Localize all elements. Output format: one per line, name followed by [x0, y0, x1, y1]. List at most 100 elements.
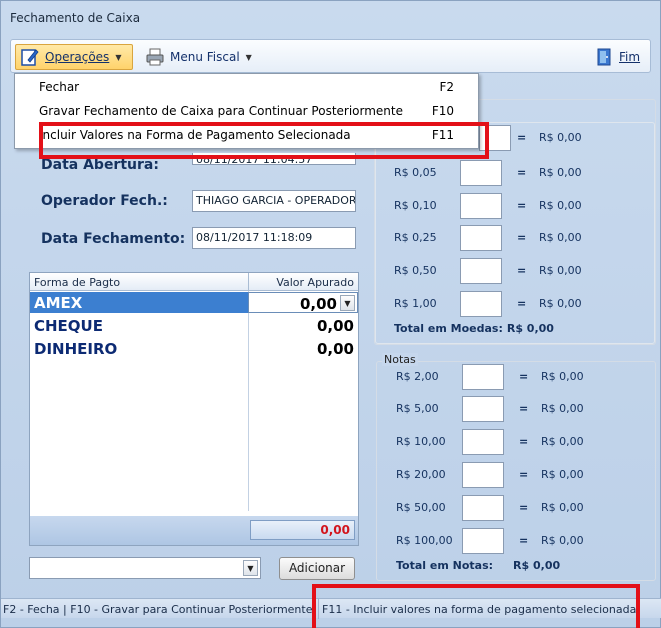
- note-row: R$ 2,00 = R$ 0,00: [376, 364, 646, 390]
- highlight-box-status: [312, 584, 640, 628]
- data-fechamento-label: Data Fechamento:: [41, 231, 186, 247]
- note-amount: R$ 0,00: [541, 370, 584, 383]
- window: Fechamento de Caixa Operações ▼ Menu Fis…: [0, 0, 661, 628]
- note-row: R$ 5,00 = R$ 0,00: [376, 396, 646, 422]
- note-row: R$ 10,00 = R$ 0,00: [376, 429, 646, 455]
- row-valor: 0,00: [299, 295, 337, 313]
- operacoes-label: Operações: [45, 50, 110, 64]
- coin-label: R$ 0,10: [394, 199, 437, 212]
- edit-document-icon: [21, 49, 39, 66]
- coin-qty-input[interactable]: [460, 225, 502, 251]
- menu-item-shortcut: F2: [439, 80, 454, 94]
- coin-amount: R$ 0,00: [539, 199, 582, 212]
- total-moedas: Total em Moedas: R$ 0,00: [394, 322, 554, 335]
- menu-item-shortcut: F10: [431, 104, 454, 118]
- note-amount: R$ 0,00: [541, 402, 584, 415]
- adicionar-button[interactable]: Adicionar: [279, 557, 355, 580]
- equals-sign: =: [519, 501, 529, 514]
- exit-door-icon: [597, 48, 611, 66]
- column-header-valor[interactable]: Valor Apurado: [276, 276, 354, 289]
- coin-label: R$ 0,25: [394, 231, 437, 244]
- note-label: R$ 5,00: [396, 402, 439, 415]
- coin-qty-input[interactable]: [460, 160, 502, 186]
- coin-row: R$ 0,50 = R$ 0,00: [374, 258, 644, 284]
- coin-amount: R$ 0,00: [539, 231, 582, 244]
- equals-sign: =: [517, 199, 527, 212]
- coin-label: R$ 0,05: [394, 166, 437, 179]
- payment-grid: Forma de Pagto Valor Apurado AMEX 0,00 ▼…: [29, 272, 359, 546]
- operador-label: Operador Fech.:: [41, 193, 168, 209]
- coin-qty-input[interactable]: [460, 193, 502, 219]
- note-qty-input[interactable]: [462, 528, 504, 554]
- row-forma: DINHEIRO: [34, 340, 118, 358]
- column-separator: [248, 273, 249, 291]
- equals-sign: =: [519, 534, 529, 547]
- coin-label: R$ 0,50: [394, 264, 437, 277]
- coin-row: R$ 1,00 = R$ 0,00: [374, 291, 644, 317]
- note-qty-input[interactable]: [462, 495, 504, 521]
- note-label: R$ 100,00: [396, 534, 453, 547]
- note-row: R$ 100,00 = R$ 0,00: [376, 528, 646, 554]
- menu-fiscal-label: Menu Fiscal: [170, 50, 240, 64]
- operador-field[interactable]: THIAGO GARCIA - OPERADOR: [192, 190, 356, 212]
- fim-button[interactable]: Fim: [590, 44, 646, 70]
- fim-label: Fim: [619, 50, 641, 64]
- menu-fiscal-button[interactable]: Menu Fiscal ▼: [139, 44, 279, 70]
- note-amount: R$ 0,00: [541, 468, 584, 481]
- grid-header: Forma de Pagto Valor Apurado: [30, 273, 358, 291]
- coin-row: R$ 0,25 = R$ 0,00: [374, 225, 644, 251]
- total-moedas-value: R$ 0,00: [506, 322, 554, 335]
- coin-row: R$ 0,05 = R$ 0,00: [374, 160, 644, 186]
- equals-sign: =: [519, 435, 529, 448]
- status-text-left: F2 - Fecha | F10 - Gravar para Continuar…: [3, 603, 313, 616]
- equals-sign: =: [517, 131, 527, 144]
- menu-item-label: Gravar Fechamento de Caixa para Continua…: [39, 104, 404, 118]
- total-notas-value: R$ 0,00: [513, 559, 561, 572]
- table-row[interactable]: AMEX 0,00 ▼: [30, 292, 358, 313]
- menu-item-label: Fechar: [39, 80, 80, 94]
- row-valor: 0,00: [316, 340, 354, 358]
- row-valor: 0,00: [316, 317, 354, 335]
- note-qty-input[interactable]: [462, 364, 504, 390]
- coin-qty-input[interactable]: [460, 258, 502, 284]
- data-abertura-label: Data Abertura:: [41, 157, 159, 173]
- equals-sign: =: [519, 370, 529, 383]
- grid-total: 0,00: [250, 520, 355, 540]
- menu-item-gravar[interactable]: Gravar Fechamento de Caixa para Continua…: [15, 100, 478, 122]
- equals-sign: =: [517, 297, 527, 310]
- note-qty-input[interactable]: [462, 396, 504, 422]
- total-moedas-label: Total em Moedas:: [394, 322, 503, 335]
- note-label: R$ 2,00: [396, 370, 439, 383]
- data-fechamento-field[interactable]: 08/11/2017 11:18:09: [192, 227, 356, 249]
- coin-amount: R$ 0,00: [539, 131, 582, 144]
- toolbar: Operações ▼ Menu Fiscal ▼ Fim: [10, 39, 651, 73]
- note-row: R$ 20,00 = R$ 0,00: [376, 462, 646, 488]
- chevron-down-icon[interactable]: ▼: [243, 560, 258, 576]
- note-amount: R$ 0,00: [541, 501, 584, 514]
- table-row[interactable]: DINHEIRO 0,00: [30, 338, 358, 359]
- note-amount: R$ 0,00: [541, 435, 584, 448]
- grid-footer: 0,00: [30, 516, 358, 545]
- total-notas-label: Total em Notas:: [396, 559, 494, 572]
- forma-pagamento-select[interactable]: ▼: [29, 557, 261, 579]
- note-qty-input[interactable]: [462, 429, 504, 455]
- chevron-down-icon: ▼: [115, 52, 122, 62]
- highlight-box-menu: [39, 122, 489, 159]
- notas-rows: R$ 2,00 = R$ 0,00 R$ 5,00 = R$ 0,00 R$ 1…: [376, 364, 656, 579]
- equals-sign: =: [519, 468, 529, 481]
- menu-item-fechar[interactable]: Fechar F2: [15, 76, 478, 98]
- note-qty-input[interactable]: [462, 462, 504, 488]
- table-row[interactable]: CHEQUE 0,00: [30, 315, 358, 336]
- chevron-down-icon[interactable]: ▼: [340, 295, 355, 311]
- coin-amount: R$ 0,00: [539, 264, 582, 277]
- note-label: R$ 20,00: [396, 468, 446, 481]
- operacoes-menu-button[interactable]: Operações ▼: [15, 44, 133, 70]
- row-valor-editor[interactable]: 0,00 ▼: [248, 292, 358, 313]
- column-header-forma[interactable]: Forma de Pagto: [34, 276, 120, 289]
- coin-row: R$ 0,10 = R$ 0,00: [374, 193, 644, 219]
- equals-sign: =: [519, 402, 529, 415]
- equals-sign: =: [517, 166, 527, 179]
- coin-qty-input[interactable]: [460, 291, 502, 317]
- note-label: R$ 50,00: [396, 501, 446, 514]
- row-forma: CHEQUE: [34, 317, 103, 335]
